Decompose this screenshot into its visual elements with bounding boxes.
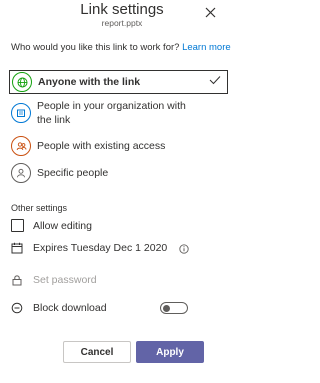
password-input[interactable]: Set password (33, 274, 97, 286)
password-row[interactable]: Set password (11, 274, 97, 286)
toggle-knob (163, 304, 170, 312)
building-icon (11, 103, 31, 123)
lock-icon (12, 275, 22, 286)
globe-icon (12, 72, 32, 92)
audience-question: Who would you like this link to work for… (11, 42, 231, 54)
learn-more-link[interactable]: Learn more (182, 42, 231, 53)
question-text: Who would you like this link to work for… (11, 42, 180, 53)
link-settings-dialog: Link settings report.pptx Who would you … (0, 0, 244, 383)
option-label: People with existing access (37, 140, 166, 152)
apply-button[interactable]: Apply (136, 341, 204, 363)
option-label: Anyone with the link (38, 76, 141, 88)
calendar-icon (11, 242, 23, 254)
allow-editing-label: Allow editing (33, 219, 92, 232)
block-download-toggle[interactable] (160, 302, 188, 314)
other-settings-heading: Other settings (11, 203, 68, 213)
info-icon[interactable] (179, 244, 189, 254)
person-icon (11, 163, 31, 183)
block-download-label: Block download (33, 302, 107, 314)
option-anyone[interactable]: Anyone with the link (9, 70, 228, 94)
option-label: Specific people (37, 167, 109, 179)
people-icon (11, 136, 31, 156)
option-existing-access[interactable]: People with existing access (11, 136, 219, 156)
option-organization[interactable]: People in your organization with the lin… (11, 99, 219, 127)
option-label: People in your organization with the lin… (37, 100, 186, 126)
option-specific-people[interactable]: Specific people (11, 163, 219, 183)
block-icon (11, 302, 23, 314)
expiry-date: Expires Tuesday Dec 1 2020 (33, 242, 168, 254)
close-icon (205, 7, 215, 17)
block-download-row: Block download (11, 302, 107, 314)
checkmark-icon (209, 76, 221, 85)
close-button[interactable] (200, 2, 220, 22)
expiry-row[interactable]: Expires Tuesday Dec 1 2020 (11, 242, 167, 254)
allow-editing-checkbox[interactable] (11, 219, 24, 232)
allow-editing-row[interactable]: Allow editing (11, 219, 92, 232)
cancel-button[interactable]: Cancel (63, 341, 131, 363)
